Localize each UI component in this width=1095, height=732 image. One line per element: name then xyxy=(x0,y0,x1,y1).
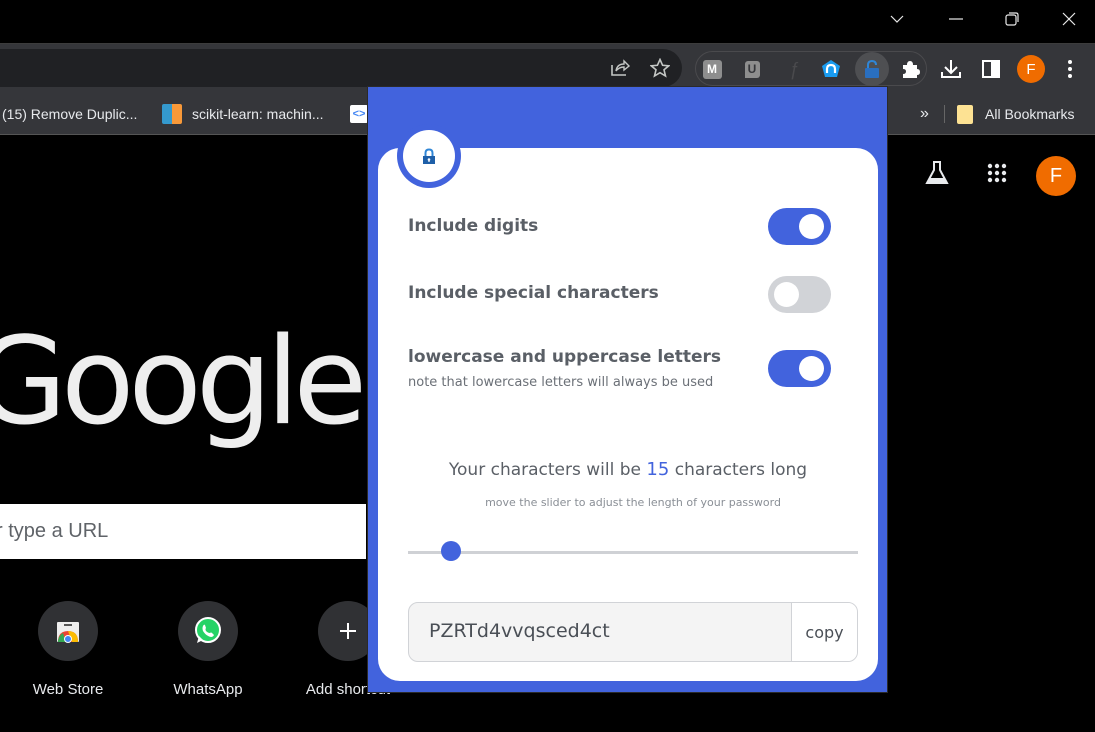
labs-button[interactable] xyxy=(920,156,954,190)
shortcut-icon-circle xyxy=(178,601,238,661)
web-store-icon xyxy=(57,622,79,643)
shortcut-whatsapp[interactable]: WhatsApp xyxy=(153,601,263,698)
faded-extension-icon: ƒ xyxy=(788,58,799,79)
length-slider-thumb[interactable] xyxy=(440,541,461,561)
magnet-extension-icon xyxy=(822,60,840,77)
share-icon xyxy=(611,59,630,76)
google-logo: Google xyxy=(0,313,367,452)
plus-icon xyxy=(340,623,356,639)
profile-avatar: F xyxy=(1017,55,1045,83)
length-suffix: characters long xyxy=(669,460,808,480)
double-chevron-icon: » xyxy=(920,105,929,122)
password-output[interactable]: PZRTd4vvqsced4ct copy xyxy=(408,602,858,662)
minimize-icon xyxy=(949,18,963,20)
ntp-profile-avatar[interactable]: F xyxy=(1036,156,1076,196)
copy-button[interactable]: copy xyxy=(791,603,857,661)
lock-badge-inner xyxy=(403,130,455,182)
bookmarks-overflow-button[interactable]: » xyxy=(920,93,929,135)
puzzle-icon xyxy=(903,61,920,78)
folder-icon xyxy=(957,104,973,124)
chevron-down-icon xyxy=(890,15,904,23)
extension-magnet-button[interactable] xyxy=(816,54,846,84)
star-icon xyxy=(650,58,670,78)
lock-badge xyxy=(397,124,461,188)
option-label-digits: Include digits xyxy=(408,216,539,236)
extension-faded-button[interactable]: ƒ xyxy=(779,54,809,84)
bookmark-item[interactable]: scikit-learn: machin... xyxy=(162,93,323,135)
share-button[interactable] xyxy=(605,53,635,83)
option-note-case: note that lowercase letters will always … xyxy=(408,375,714,390)
downloads-button[interactable] xyxy=(936,54,966,84)
length-hint: move the slider to adjust the length of … xyxy=(485,496,781,509)
bookmark-label: (15) Remove Duplic... xyxy=(2,106,138,122)
kebab-menu-icon xyxy=(1068,60,1072,78)
password-value: PZRTd4vvqsced4ct xyxy=(429,620,610,642)
whatsapp-icon xyxy=(195,617,221,643)
profile-button[interactable]: F xyxy=(1016,54,1046,84)
password-generator-popup: Include digits Include special character… xyxy=(367,86,888,693)
all-bookmarks-button[interactable]: All Bookmarks xyxy=(957,93,1074,135)
bookmarks-divider xyxy=(944,105,945,123)
extensions-menu-button[interactable] xyxy=(895,54,925,84)
google-apps-button[interactable] xyxy=(980,156,1014,190)
side-panel-button[interactable] xyxy=(976,54,1006,84)
length-slider-track[interactable] xyxy=(408,551,858,554)
toggle-include-special[interactable] xyxy=(768,276,831,313)
toggle-mixed-case[interactable] xyxy=(768,350,831,387)
apps-grid-icon xyxy=(987,163,1007,183)
search-input[interactable]: r type a URL xyxy=(0,504,366,559)
length-prefix: Your characters will be xyxy=(448,460,647,480)
flask-icon xyxy=(925,161,949,184)
close-icon xyxy=(1062,12,1076,26)
address-bar[interactable] xyxy=(0,49,682,87)
lock-extension-icon xyxy=(865,59,879,78)
search-placeholder: r type a URL xyxy=(0,520,109,542)
extension-mail-button[interactable]: M xyxy=(697,54,727,84)
tab-search-button[interactable] xyxy=(877,4,917,34)
lock-icon xyxy=(423,147,435,164)
toggle-include-digits[interactable] xyxy=(768,208,831,245)
shortcut-icon-circle xyxy=(38,601,98,661)
chrome-menu-button[interactable] xyxy=(1055,54,1085,84)
bookmark-star-button[interactable] xyxy=(645,53,675,83)
side-panel-icon xyxy=(982,60,1000,78)
extension-password-generator-button[interactable] xyxy=(855,52,889,86)
length-summary: Your characters will be 15 characters lo… xyxy=(378,459,878,480)
bookmark-item[interactable]: (15) Remove Duplic... xyxy=(2,93,137,135)
all-bookmarks-label: All Bookmarks xyxy=(985,106,1075,122)
shortcut-label: WhatsApp xyxy=(173,681,243,698)
shortcut-web-store[interactable]: Web Store xyxy=(13,601,123,698)
download-icon xyxy=(941,60,961,78)
title-bar xyxy=(0,0,1095,43)
mail-extension-icon: M xyxy=(702,59,722,79)
length-value: 15 xyxy=(646,459,670,480)
toggle-knob xyxy=(799,214,824,239)
popup-card: Include digits Include special character… xyxy=(378,148,878,681)
restore-icon xyxy=(1005,12,1019,26)
bookmark-item[interactable]: <> xyxy=(350,93,368,135)
code-bookmark-icon: <> xyxy=(350,105,368,123)
option-label-special: Include special characters xyxy=(408,283,659,303)
toggle-knob xyxy=(799,356,824,381)
extension-u-button[interactable]: U xyxy=(737,54,767,84)
shortcut-label: Web Store xyxy=(32,681,104,698)
bookmark-label: scikit-learn: machin... xyxy=(192,106,324,122)
toggle-knob xyxy=(774,282,799,307)
close-button[interactable] xyxy=(1049,4,1089,34)
option-label-case: lowercase and uppercase letters xyxy=(408,347,722,367)
scikit-learn-icon xyxy=(162,104,182,124)
restore-button[interactable] xyxy=(992,4,1032,34)
u-extension-icon: U xyxy=(744,60,760,78)
extensions-group: M U ƒ xyxy=(695,51,927,86)
minimize-button[interactable] xyxy=(936,4,976,34)
